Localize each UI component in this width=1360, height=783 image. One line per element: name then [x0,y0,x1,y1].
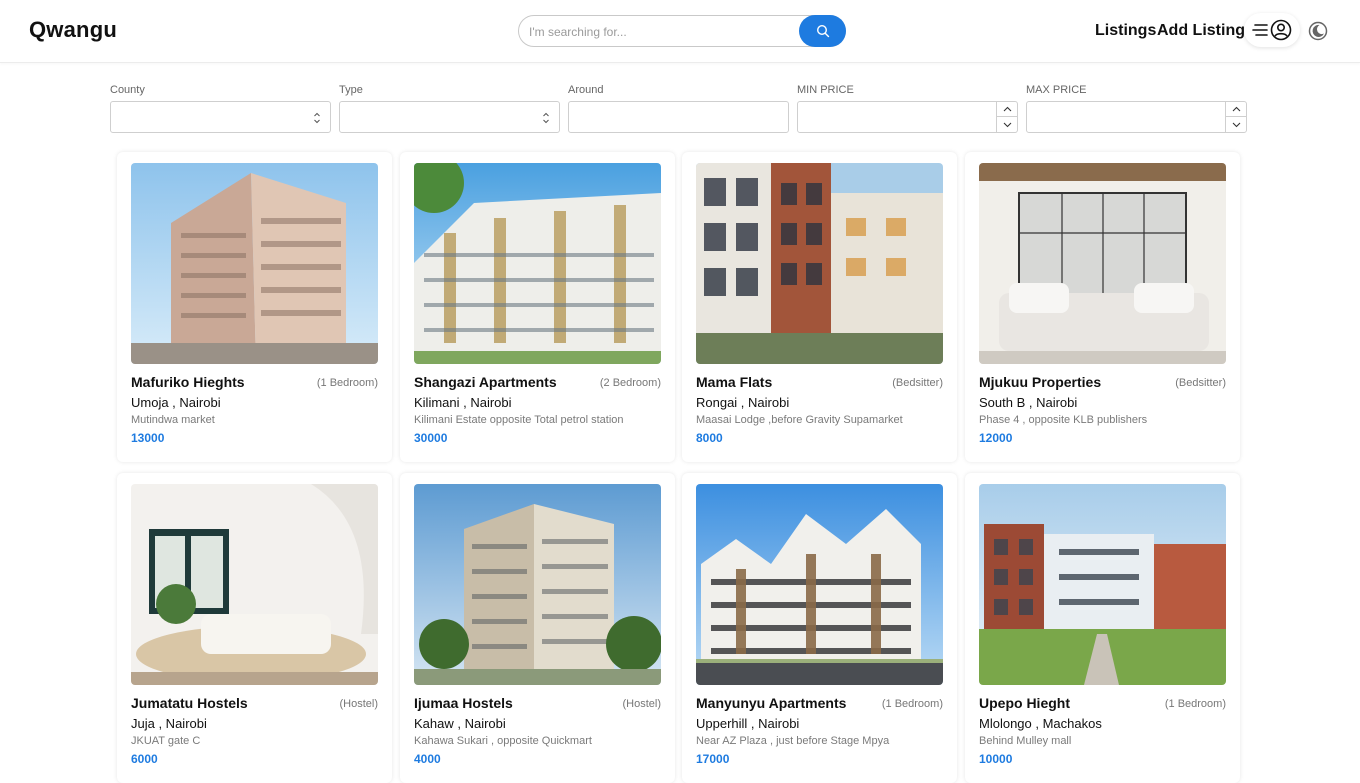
listing-type: (Bedsitter) [1175,377,1226,389]
listing-location: Kahaw , Nairobi [414,716,506,731]
listing-description: Kilimani Estate opposite Total petrol st… [414,414,624,426]
chevron-down-icon [1003,122,1011,127]
listing-card[interactable]: Jumatatu Hostels (Hostel) Juja , Nairobi… [117,473,392,783]
listing-card[interactable]: Mama Flats (Bedsitter) Rongai , Nairobi … [682,152,957,462]
decrement-button[interactable] [997,117,1017,132]
listing-photo [979,484,1226,685]
listing-photo [131,484,378,685]
listing-description: Near AZ Plaza , just before Stage Mpya [696,735,890,747]
type-select[interactable] [339,101,560,133]
increment-button[interactable] [997,102,1017,117]
theme-toggle-button[interactable] [1307,20,1329,42]
listing-location: Umoja , Nairobi [131,395,221,410]
county-filter: County [110,84,331,133]
listing-price: 30000 [414,431,448,445]
search-input[interactable] [529,22,794,42]
search-button[interactable] [799,15,846,47]
min-price-label: MIN PRICE [797,84,854,96]
listing-card[interactable]: Mafuriko Hieghts (1 Bedroom) Umoja , Nai… [117,152,392,462]
max-price-filter: MAX PRICE [1026,84,1247,133]
listing-price: 17000 [696,752,730,766]
listing-type: (2 Bedroom) [599,377,661,389]
search-icon [816,24,829,38]
listing-title: Shangazi Apartments [414,374,557,390]
listing-price: 10000 [979,752,1013,766]
listing-photo [414,163,661,364]
search-bar [518,15,846,47]
listing-type: (1 Bedroom) [1164,698,1226,710]
listing-location: Mlolongo , Machakos [979,716,1102,731]
chevron-up-icon [1232,106,1240,112]
listing-photo [414,484,661,685]
listing-type: (1 Bedroom) [881,698,943,710]
listing-type: (Bedsitter) [892,377,943,389]
listing-photo [696,484,943,685]
listing-location: Rongai , Nairobi [696,395,790,410]
listing-photo [131,163,378,364]
listing-price: 12000 [979,431,1013,445]
type-filter: Type [339,84,560,133]
listing-type: (Hostel) [339,698,378,710]
listing-title: Mama Flats [696,374,773,390]
select-caret-icon [314,112,320,124]
listing-description: JKUAT gate C [131,735,201,747]
listing-card[interactable]: Ijumaa Hostels (Hostel) Kahaw , Nairobi … [400,473,675,783]
around-input[interactable] [568,101,789,133]
min-price-spinner [996,102,1017,132]
listing-title: Mafuriko Hieghts [131,374,245,390]
moon-icon [1308,21,1328,41]
select-caret-icon [543,112,549,124]
user-avatar-icon [1270,19,1292,41]
nav-add-listing-link[interactable]: Add Listing [1157,22,1245,40]
listing-description: Behind Mulley mall [979,735,1072,747]
chevron-down-icon [1232,122,1240,127]
listing-title: Upepo Hieght [979,695,1070,711]
listing-card[interactable]: Upepo Hieght (1 Bedroom) Mlolongo , Mach… [965,473,1240,783]
brand-logo[interactable]: Qwangu [29,17,117,43]
county-select[interactable] [110,101,331,133]
listing-description: Kahawa Sukari , opposite Quickmart [414,735,592,747]
min-price-input[interactable] [797,101,1018,133]
listing-title: Jumatatu Hostels [131,695,248,711]
type-label: Type [339,84,363,96]
listing-location: Juja , Nairobi [131,716,207,731]
listing-price: 4000 [414,752,441,766]
listing-card[interactable]: Manyunyu Apartments (1 Bedroom) Upperhil… [682,473,957,783]
around-label: Around [568,84,604,96]
min-price-filter: MIN PRICE [797,84,1018,133]
chevron-up-icon [1003,106,1011,112]
listing-location: Upperhill , Nairobi [696,716,800,731]
county-label: County [110,84,145,96]
listing-title: Manyunyu Apartments [696,695,847,711]
listing-card[interactable]: Mjukuu Properties (Bedsitter) South B , … [965,152,1240,462]
listing-description: Maasai Lodge ,before Gravity Supamarket [696,414,903,426]
listing-price: 6000 [131,752,158,766]
hamburger-icon [1252,24,1268,36]
listing-price: 13000 [131,431,165,445]
listing-price: 8000 [696,431,723,445]
around-filter: Around [568,84,789,133]
listing-description: Phase 4 , opposite KLB publishers [979,414,1148,426]
max-price-spinner [1225,102,1246,132]
listing-photo [696,163,943,364]
listing-location: South B , Nairobi [979,395,1078,410]
user-menu-button[interactable] [1244,13,1300,47]
listing-type: (Hostel) [622,698,661,710]
listing-location: Kilimani , Nairobi [414,395,512,410]
max-price-label: MAX PRICE [1026,84,1087,96]
decrement-button[interactable] [1226,117,1246,132]
listing-type: (1 Bedroom) [316,377,378,389]
increment-button[interactable] [1226,102,1246,117]
max-price-input[interactable] [1026,101,1247,133]
listing-title: Mjukuu Properties [979,374,1102,390]
listing-description: Mutindwa market [131,414,215,426]
nav-listings-link[interactable]: Listings [1095,22,1156,40]
listing-card[interactable]: Shangazi Apartments (2 Bedroom) Kilimani… [400,152,675,462]
listing-title: Ijumaa Hostels [414,695,513,711]
listing-photo [979,163,1226,364]
top-navbar: Qwangu Listings Add Listing [0,0,1360,63]
